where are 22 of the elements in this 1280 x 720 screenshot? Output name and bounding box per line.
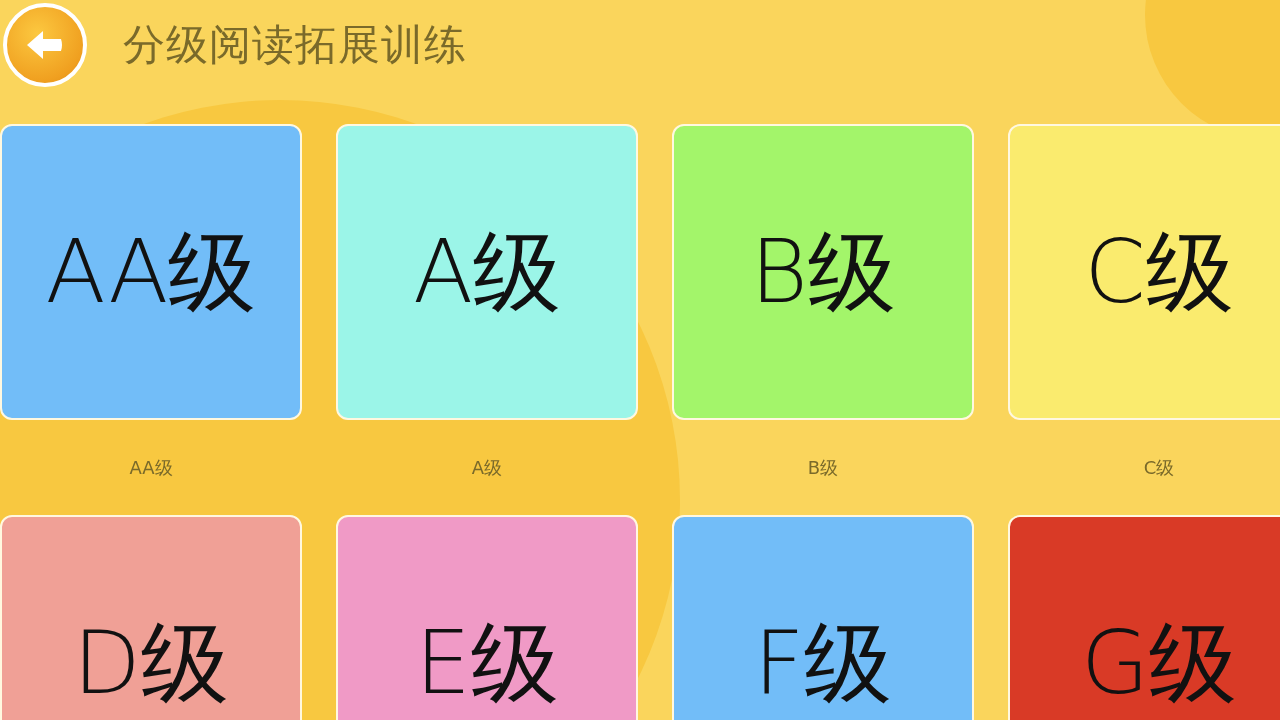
card-text: F级 [753,609,893,716]
level-card[interactable]: C级 [1008,124,1280,420]
level-label: AA级 [129,455,173,480]
card-text: E级 [415,609,559,716]
level-label: A级 [471,455,503,480]
level-card[interactable]: AA级 [0,124,302,420]
level-label: B级 [807,455,839,480]
level-card[interactable]: B级 [672,124,974,420]
level-label: C级 [1143,455,1175,480]
page-title: 分级阅读拓展训练 [123,19,467,71]
back-arrow-icon [25,29,65,61]
card-text: D级 [73,609,229,716]
level-card[interactable]: E级 [336,515,638,720]
level-card[interactable]: G级 [1008,515,1280,720]
card-text: A级 [412,218,562,325]
card-text: G级 [1080,609,1238,716]
level-card[interactable]: F级 [672,515,974,720]
level-card[interactable]: A级 [336,124,638,420]
card-text: B级 [750,218,896,325]
card-text: C级 [1084,218,1234,325]
level-card[interactable]: D级 [0,515,302,720]
card-text: AA级 [45,218,257,325]
